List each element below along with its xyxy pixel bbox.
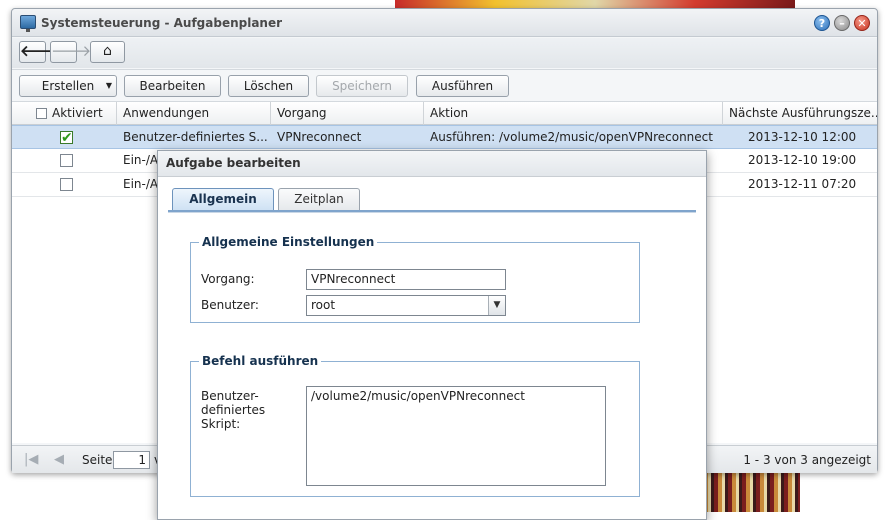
- tab-schedule[interactable]: Zeitplan: [278, 188, 360, 210]
- enabled-checkbox[interactable]: [60, 154, 73, 167]
- script-textarea[interactable]: /volume2/music/openVPNreconnect: [306, 386, 606, 486]
- table-row[interactable]: Benutzer-definiertes S... VPNreconnect A…: [12, 125, 877, 149]
- select-all-checkbox[interactable]: [36, 108, 47, 119]
- script-label: Benutzer- definiertes Skript:: [201, 389, 266, 431]
- task-cell: VPNreconnect: [277, 130, 362, 144]
- chevron-down-icon[interactable]: ▼: [488, 296, 505, 315]
- back-button[interactable]: 🡐: [19, 41, 60, 63]
- grid-header: Aktiviert Anwendungen Vorgang Aktion Näc…: [12, 101, 877, 125]
- task-name-input[interactable]: VPNreconnect: [306, 269, 506, 290]
- enabled-cell: [58, 173, 88, 196]
- column-header-applications[interactable]: Anwendungen: [117, 102, 271, 125]
- previous-page-icon[interactable]: ◀: [54, 452, 64, 467]
- enabled-cell: [58, 149, 88, 172]
- enabled-checkbox[interactable]: [60, 127, 73, 149]
- general-settings-group: Allgemeine Einstellungen Vorgang: VPNrec…: [190, 235, 640, 323]
- column-header-enabled-label: Aktiviert: [52, 106, 103, 120]
- chevron-down-icon: ▼: [105, 81, 112, 90]
- navigation-bar: 🡐 🡒 ⌂: [12, 38, 877, 68]
- column-header-task[interactable]: Vorgang: [271, 102, 424, 125]
- next-run-cell: 2013-12-10 19:00: [748, 153, 857, 167]
- enabled-cell: [58, 126, 88, 149]
- edit-task-dialog: Aufgabe bearbeiten Allgemein Zeitplan Al…: [157, 150, 707, 520]
- save-button[interactable]: Speichern: [316, 75, 408, 97]
- next-run-cell: 2013-12-10 12:00: [748, 130, 857, 144]
- user-select-value: root: [311, 298, 336, 312]
- first-page-icon[interactable]: |◀: [24, 452, 38, 467]
- user-select[interactable]: root ▼: [306, 295, 506, 316]
- dialog-body: Allgemein Zeitplan Allgemeine Einstellun…: [158, 178, 706, 519]
- column-header-action[interactable]: Aktion: [424, 102, 723, 125]
- arrow-right-icon: 🡒: [51, 42, 92, 60]
- run-command-group: Befehl ausführen Benutzer- definiertes S…: [190, 354, 640, 497]
- next-run-cell: 2013-12-11 07:20: [748, 177, 857, 191]
- page-number-input[interactable]: 1: [113, 451, 150, 469]
- column-header-enabled[interactable]: Aktiviert: [12, 102, 117, 125]
- close-button[interactable]: ✕: [854, 15, 870, 31]
- help-button[interactable]: ?: [814, 15, 830, 31]
- action-cell: Ausführen: /volume2/music/openVPNreconne…: [430, 130, 713, 144]
- run-button[interactable]: Ausführen: [416, 75, 509, 97]
- home-button[interactable]: ⌂: [90, 41, 125, 63]
- tab-general[interactable]: Allgemein: [172, 188, 274, 210]
- task-name-label: Vorgang:: [201, 272, 255, 286]
- minimize-button[interactable]: –: [834, 15, 850, 31]
- tab-divider: [168, 210, 696, 213]
- window-title: Systemsteuerung - Aufgabenplaner: [41, 16, 283, 30]
- forward-button[interactable]: 🡒: [50, 41, 91, 63]
- toolbar: Erstellen ▼ Bearbeiten Löschen Speichern…: [12, 69, 877, 101]
- desktop-wallpaper-bottom: [700, 470, 800, 512]
- dialog-title[interactable]: Aufgabe bearbeiten: [158, 151, 706, 177]
- run-command-legend: Befehl ausführen: [202, 354, 319, 368]
- pagination-info: 1 - 3 von 3 angezeigt: [743, 453, 871, 467]
- home-icon: ⌂: [103, 43, 112, 59]
- general-settings-legend: Allgemeine Einstellungen: [202, 235, 375, 249]
- user-label: Benutzer:: [201, 298, 259, 312]
- column-header-next-run[interactable]: Nächste Ausführungsze...: [723, 102, 877, 125]
- edit-button[interactable]: Bearbeiten: [124, 75, 221, 97]
- enabled-checkbox[interactable]: [60, 178, 73, 191]
- control-panel-icon: [20, 15, 36, 32]
- create-button-label: Erstellen: [41, 79, 95, 93]
- delete-button[interactable]: Löschen: [228, 75, 309, 97]
- page-label: Seite: [82, 453, 113, 467]
- window-titlebar[interactable]: Systemsteuerung - Aufgabenplaner ? – ✕: [12, 9, 877, 37]
- application-cell: Benutzer-definiertes S...: [123, 130, 268, 144]
- create-button[interactable]: Erstellen ▼: [19, 75, 117, 97]
